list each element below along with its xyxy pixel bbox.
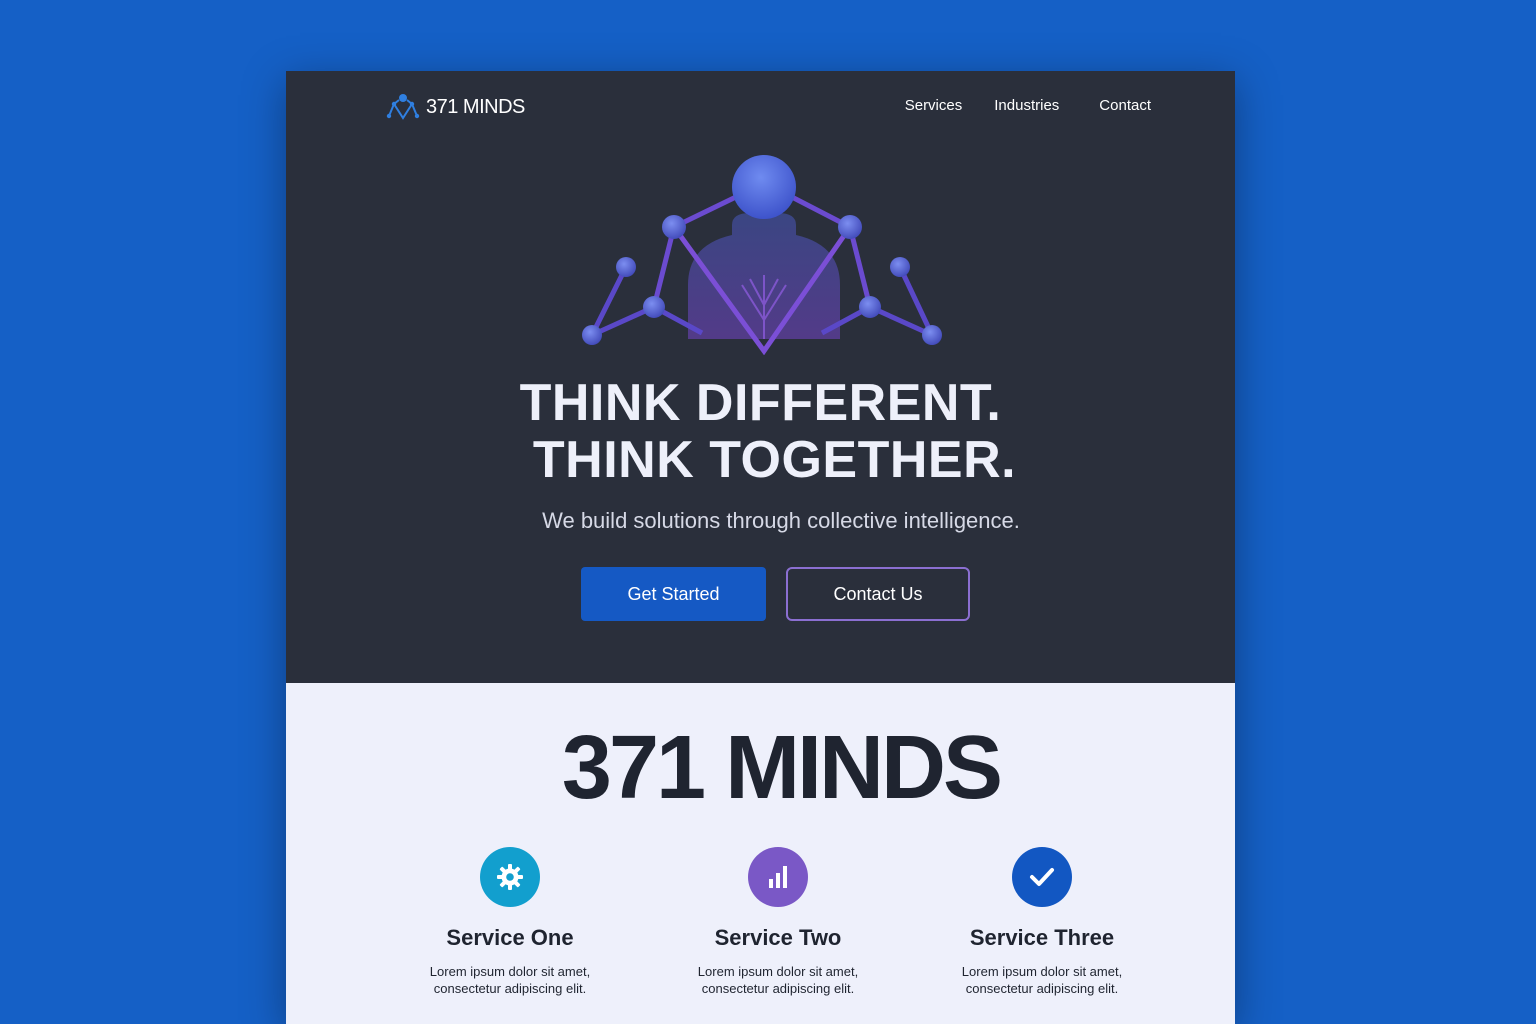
hero-tagline: We build solutions through collective in… (542, 508, 1020, 533)
get-started-button[interactable]: Get Started (581, 567, 766, 621)
service-two-icon-circle (748, 847, 808, 907)
service-one-icon-circle (480, 847, 540, 907)
headline-line-1: THINK DIFFERENT. (519, 374, 1002, 432)
brand-logo[interactable]: 371 MINDS (386, 91, 525, 123)
service-card-two[interactable]: Service Two Lorem ipsum dolor sit amet, … (648, 847, 908, 997)
section-title: 371 MINDS (561, 718, 1003, 818)
service-two-title: Service Two (714, 925, 842, 950)
network-mind-emblem-icon (582, 155, 942, 355)
service-one-description: Lorem ipsum dolor sit amet, consectetur … (429, 964, 591, 996)
service-three-icon-circle (1012, 847, 1072, 907)
gear-icon (497, 864, 523, 890)
service-one-title: Service One (446, 925, 574, 950)
network-person-logo-icon (386, 94, 420, 120)
brand-name: 371 MINDS (426, 95, 525, 118)
bar-chart-icon (769, 866, 787, 888)
services-section: 371 MINDS Service One Lorem ipsum dolor … (286, 683, 1235, 1024)
nav-link-contact[interactable]: Contact (1099, 97, 1151, 114)
nav-link-industries[interactable]: Industries (994, 97, 1059, 114)
contact-us-button[interactable]: Contact Us (786, 567, 970, 621)
service-card-three[interactable]: Service Three Lorem ipsum dolor sit amet… (912, 847, 1172, 997)
service-three-description: Lorem ipsum dolor sit amet, consectetur … (961, 964, 1123, 996)
service-two-description: Lorem ipsum dolor sit amet, consectetur … (697, 964, 859, 996)
service-card-one[interactable]: Service One Lorem ipsum dolor sit amet, … (380, 847, 640, 997)
headline-line-2: THINK TOGETHER. (532, 431, 1017, 489)
hero-section: 371 MINDS Services Industries Contact TH… (286, 71, 1235, 683)
checkmark-icon (1030, 868, 1054, 886)
hero-headline: THINK DIFFERENT. THINK TOGETHER. (286, 375, 1235, 489)
website-page: 371 MINDS Services Industries Contact TH… (286, 71, 1235, 1024)
nav-link-services[interactable]: Services (905, 97, 963, 114)
service-three-title: Service Three (969, 925, 1115, 950)
main-navigation: Services Industries Contact (905, 97, 1151, 114)
